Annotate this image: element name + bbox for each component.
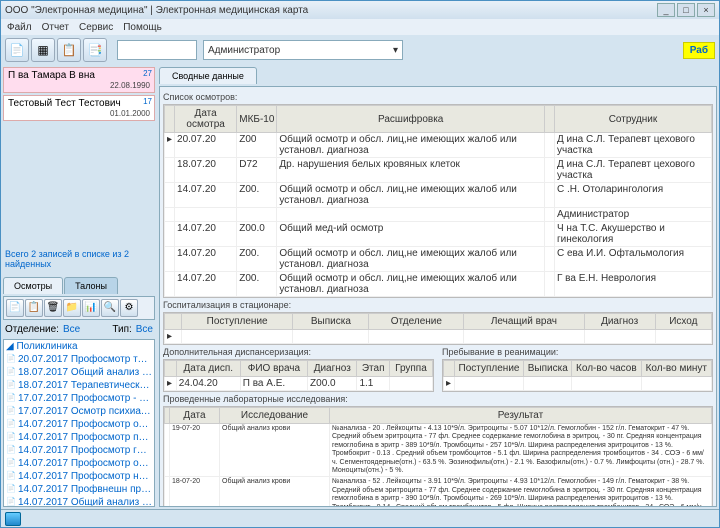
visit-tree[interactable]: ◢ Поликлиника 20.07.2017 Профосмотр тера… bbox=[3, 339, 155, 507]
filter-type[interactable]: Все bbox=[136, 324, 153, 335]
tree-item[interactable]: 14.07.2017 Профосмотр отоларинголога - О bbox=[4, 418, 154, 431]
main-toolbar: 📄 ▦ 📋 📑 Администратор▾ Раб bbox=[1, 35, 719, 65]
table-row[interactable]: 14.07.20Z00.Общий осмотр и обсл. лиц,не … bbox=[165, 247, 712, 272]
ltool-6-icon[interactable]: 🔍 bbox=[101, 299, 119, 317]
hosp-table: ПоступлениеВыпискаОтделениеЛечащий врачД… bbox=[164, 313, 712, 344]
ltool-4-icon[interactable]: 📁 bbox=[63, 299, 81, 317]
table-row[interactable]: Администратор bbox=[165, 208, 712, 222]
tool-list-icon[interactable]: 📑 bbox=[83, 38, 107, 62]
table-row[interactable]: 14.07.20Z00.0Общий мед-ий осмотрЧ на Т.С… bbox=[165, 222, 712, 247]
status-button[interactable] bbox=[5, 512, 21, 526]
records-found: Всего 2 записей в списке из 2 найденных bbox=[3, 245, 155, 273]
ltool-3-icon[interactable]: 🗑 bbox=[44, 299, 62, 317]
window-title: ООО "Электронная медицина" | Электронная… bbox=[5, 5, 308, 16]
filter-dept[interactable]: Все bbox=[63, 324, 80, 335]
tree-item[interactable]: 18.07.2017 Терапевтический осмотр - Дыдо bbox=[4, 379, 154, 392]
table-row[interactable]: 18-07-20Общий анализ крови№анализа - 52 … bbox=[165, 477, 712, 507]
tool-doc-icon[interactable]: 📋 bbox=[57, 38, 81, 62]
table-row[interactable]: 14.07.20Z00.Общий осмотр и обсл. лиц,не … bbox=[165, 183, 712, 208]
patient-name: П ва Тамара В вна bbox=[8, 70, 150, 81]
tab-summary[interactable]: Сводные данные bbox=[159, 67, 257, 84]
disp-table: Дата дисп.ФИО врачаДиагнозЭтапГруппа ▸24… bbox=[164, 360, 433, 391]
menu-service[interactable]: Сервис bbox=[79, 22, 113, 33]
tab-osmotry[interactable]: Осмотры bbox=[3, 277, 63, 294]
tree-item[interactable]: 18.07.2017 Общий анализ крови - Дыдалин bbox=[4, 366, 154, 379]
rean-table: ПоступлениеВыпискаКол-во часовКол-во мин… bbox=[443, 360, 712, 391]
ltool-1-icon[interactable]: 📄 bbox=[6, 299, 24, 317]
left-toolbar: 📄 📋 🗑 📁 📊 🔍 ⚙ bbox=[3, 296, 155, 320]
section-hosp: Госпитализация в стационаре: bbox=[163, 300, 713, 310]
ltool-7-icon[interactable]: ⚙ bbox=[120, 299, 138, 317]
maximize-button[interactable]: □ bbox=[677, 3, 695, 17]
tree-item[interactable]: 17.07.2017 Профосмотр - Обыданов В.Л. bbox=[4, 392, 154, 405]
patient-name: Тестовый Тест Тестович bbox=[8, 98, 150, 109]
empty-combo[interactable] bbox=[117, 40, 197, 60]
table-row[interactable]: 19-07-20Общий анализ крови№анализа - 20 … bbox=[165, 424, 712, 477]
tree-item[interactable]: 20.07.2017 Профосмотр терапевта - Дыдал bbox=[4, 353, 154, 366]
tree-item[interactable]: 14.07.2017 Профосмотр при трудоустройст bbox=[4, 431, 154, 444]
section-disp: Дополнительная диспансеризация: bbox=[163, 347, 434, 357]
admin-combo[interactable]: Администратор▾ bbox=[203, 40, 403, 60]
titlebar: ООО "Электронная медицина" | Электронная… bbox=[1, 1, 719, 19]
menu-file[interactable]: Файл bbox=[7, 22, 32, 33]
tool-new-icon[interactable]: 📄 bbox=[5, 38, 29, 62]
statusbar bbox=[1, 509, 719, 527]
tab-talony[interactable]: Талоны bbox=[64, 277, 118, 294]
table-row[interactable]: 14.07.20Z00.Общий осмотр и обсл. лиц,не … bbox=[165, 272, 712, 297]
close-button[interactable]: × bbox=[697, 3, 715, 17]
filter-row: Отделение: Все Тип: Все bbox=[3, 322, 155, 337]
section-rean: Пребывание в реанимации: bbox=[442, 347, 713, 357]
section-exams: Список осмотров: bbox=[163, 92, 713, 102]
tree-root[interactable]: ◢ Поликлиника bbox=[4, 340, 154, 353]
table-row[interactable]: 18.07.20D72Др. нарушения белых кровяных … bbox=[165, 158, 712, 183]
exams-table: Дата осмотраМКБ-10РасшифровкаСотрудник ▸… bbox=[164, 105, 712, 297]
patient-card[interactable]: 27 П ва Тамара В вна 22.08.1990 bbox=[3, 67, 155, 93]
ltool-5-icon[interactable]: 📊 bbox=[82, 299, 100, 317]
tree-item[interactable]: 14.07.2017 Профосмотр невролога - Губина bbox=[4, 470, 154, 483]
menu-help[interactable]: Помощь bbox=[123, 22, 162, 33]
section-labs: Проведенные лабораторные исследования: bbox=[163, 394, 713, 404]
patient-card[interactable]: 17 Тестовый Тест Тестович 01.01.2000 bbox=[3, 95, 155, 121]
menu-report[interactable]: Отчет bbox=[42, 22, 69, 33]
tree-item[interactable]: 17.07.2017 Осмотр психиатра - Обыданов В… bbox=[4, 405, 154, 418]
tree-item[interactable]: 14.07.2017 Профосмотр офтальмолога - Си bbox=[4, 457, 154, 470]
menubar: Файл Отчет Сервис Помощь bbox=[1, 19, 719, 35]
minimize-button[interactable]: _ bbox=[657, 3, 675, 17]
tool-grid-icon[interactable]: ▦ bbox=[31, 38, 55, 62]
table-row[interactable]: ▸20.07.20Z00Общий осмотр и обсл. лиц,не … bbox=[165, 133, 712, 158]
ltool-2-icon[interactable]: 📋 bbox=[25, 299, 43, 317]
tree-item[interactable]: 14.07.2017 Профосмотр гинеколога - Чекуш bbox=[4, 444, 154, 457]
mode-badge: Раб bbox=[683, 42, 715, 59]
tree-item[interactable]: 14.07.2017 Общий анализ крови - Дыдалин bbox=[4, 496, 154, 507]
tree-item[interactable]: 14.07.2017 Профвнешн при трудоустройств bbox=[4, 483, 154, 496]
labs-table: ДатаИсследованиеРезультат 19-07-20Общий … bbox=[164, 407, 712, 507]
